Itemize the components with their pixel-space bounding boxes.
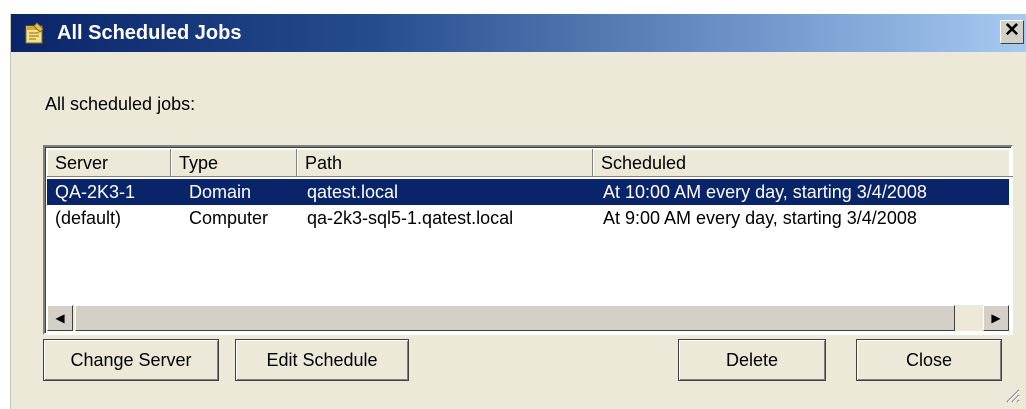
close-button[interactable]: Close bbox=[856, 339, 1002, 381]
column-header-scheduled[interactable]: Scheduled bbox=[593, 149, 1013, 177]
window-title: All Scheduled Jobs bbox=[57, 22, 242, 44]
cell-scheduled: At 9:00 AM every day, starting 3/4/2008 bbox=[603, 208, 917, 228]
cell-scheduled: At 10:00 AM every day, starting 3/4/2008 bbox=[603, 182, 927, 202]
cell-path: qatest.local bbox=[307, 182, 399, 202]
cell-type: Domain bbox=[189, 182, 252, 202]
listview-header: Server Type Path Scheduled bbox=[47, 149, 1013, 177]
cell-server: (default) bbox=[55, 208, 122, 228]
scheduled-task-icon bbox=[25, 22, 44, 44]
close-icon: ✕ bbox=[1004, 20, 1020, 41]
jobs-listview[interactable]: Server Type Path Scheduled QA-2K3-1 Doma… bbox=[43, 145, 1013, 335]
title-bar[interactable]: All Scheduled Jobs ✕ bbox=[11, 14, 1026, 52]
horizontal-scrollbar[interactable]: ◀ ▶ bbox=[47, 305, 1009, 331]
column-header-server[interactable]: Server bbox=[47, 149, 171, 177]
arrow-right-icon: ▶ bbox=[991, 311, 1001, 325]
edit-schedule-button[interactable]: Edit Schedule bbox=[235, 339, 409, 381]
column-header-type[interactable]: Type bbox=[171, 149, 297, 177]
cell-server: QA-2K3-1 bbox=[55, 182, 136, 202]
column-header-path[interactable]: Path bbox=[297, 149, 593, 177]
scroll-right-button[interactable]: ▶ bbox=[983, 305, 1009, 331]
cell-path: qa-2k3-sql5-1.qatest.local bbox=[307, 208, 514, 228]
change-server-button[interactable]: Change Server bbox=[43, 339, 219, 381]
table-row[interactable]: (default) Computer qa-2k3-sql5-1.qatest.… bbox=[47, 205, 1009, 231]
all-scheduled-jobs-dialog: All Scheduled Jobs ✕ All scheduled jobs:… bbox=[10, 14, 1026, 409]
scheduled-jobs-label: All scheduled jobs: bbox=[45, 94, 196, 114]
table-row[interactable]: QA-2K3-1 Domain qatest.local At 10:00 AM… bbox=[47, 179, 1009, 205]
delete-button[interactable]: Delete bbox=[678, 339, 826, 381]
cell-type: Computer bbox=[189, 208, 269, 228]
scroll-left-button[interactable]: ◀ bbox=[47, 305, 73, 331]
resize-grip-icon[interactable] bbox=[1002, 385, 1020, 403]
arrow-left-icon: ◀ bbox=[55, 311, 65, 325]
close-window-button[interactable]: ✕ bbox=[1000, 20, 1024, 44]
scrollbar-thumb[interactable] bbox=[75, 305, 955, 331]
